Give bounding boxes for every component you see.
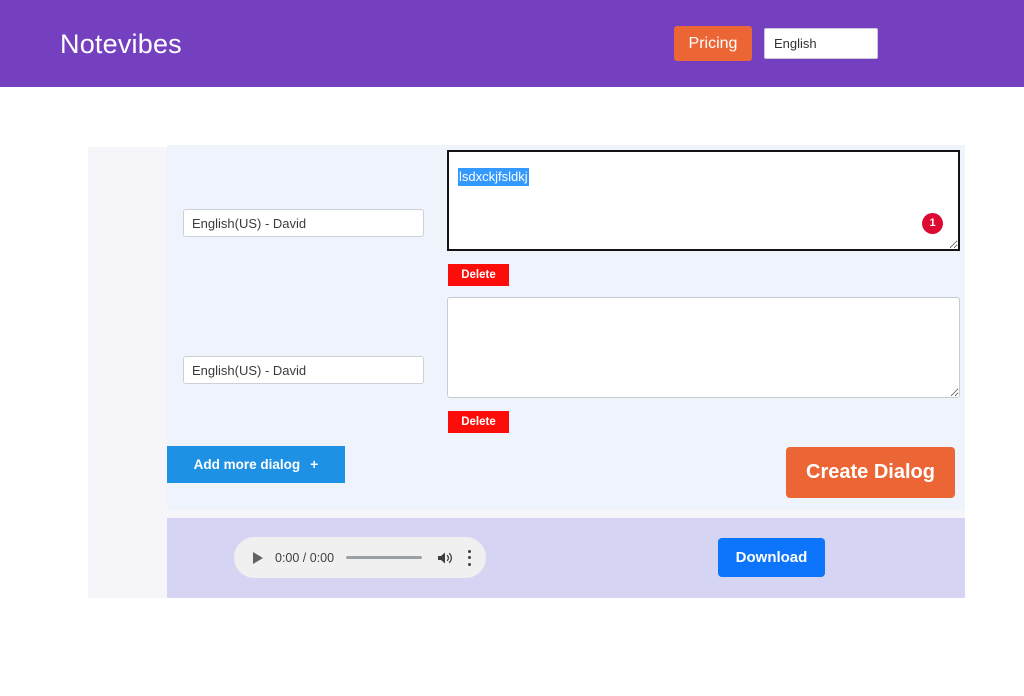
pricing-button[interactable]: Pricing (674, 26, 752, 61)
add-more-dialog-button[interactable]: Add more dialog + (167, 446, 345, 483)
delete-dialog-button-1[interactable]: Delete (448, 264, 509, 286)
dialog-editor-panel: Add more dialog+ lsdxckjfsldkj 1 Delete … (167, 145, 965, 510)
site-header: Notevibes Pricing (0, 0, 1024, 87)
audio-progress-slider[interactable] (346, 556, 422, 559)
add-more-dialog-label: Add more dialog (194, 457, 301, 472)
dialog-textarea-2[interactable] (447, 297, 960, 398)
more-vertical-icon[interactable] (467, 550, 471, 566)
volume-icon[interactable] (436, 550, 454, 566)
more-dot (468, 556, 471, 559)
dialog-text-group-1: lsdxckjfsldkj 1 (447, 150, 960, 251)
audio-time-display: 0:00 / 0:00 (275, 551, 334, 565)
language-select[interactable] (764, 28, 878, 59)
play-icon[interactable] (253, 552, 263, 564)
plus-icon: + (310, 456, 318, 472)
dialog-textarea-1[interactable] (447, 150, 960, 251)
brand-logo[interactable]: Notevibes (60, 28, 182, 60)
download-button[interactable]: Download (718, 538, 825, 577)
voice-select-1[interactable] (183, 209, 424, 237)
delete-dialog-button-2[interactable]: Delete (448, 411, 509, 433)
voice-select-2[interactable] (183, 356, 424, 384)
audio-player[interactable]: 0:00 / 0:00 (234, 537, 486, 578)
audio-player-bar: 0:00 / 0:00 Download (167, 518, 965, 598)
dialog-text-group-2 (447, 297, 960, 398)
more-dot (468, 550, 471, 553)
create-dialog-button[interactable]: Create Dialog (786, 447, 955, 498)
dialog-count-badge: 1 (922, 213, 943, 234)
more-dot (468, 563, 471, 566)
